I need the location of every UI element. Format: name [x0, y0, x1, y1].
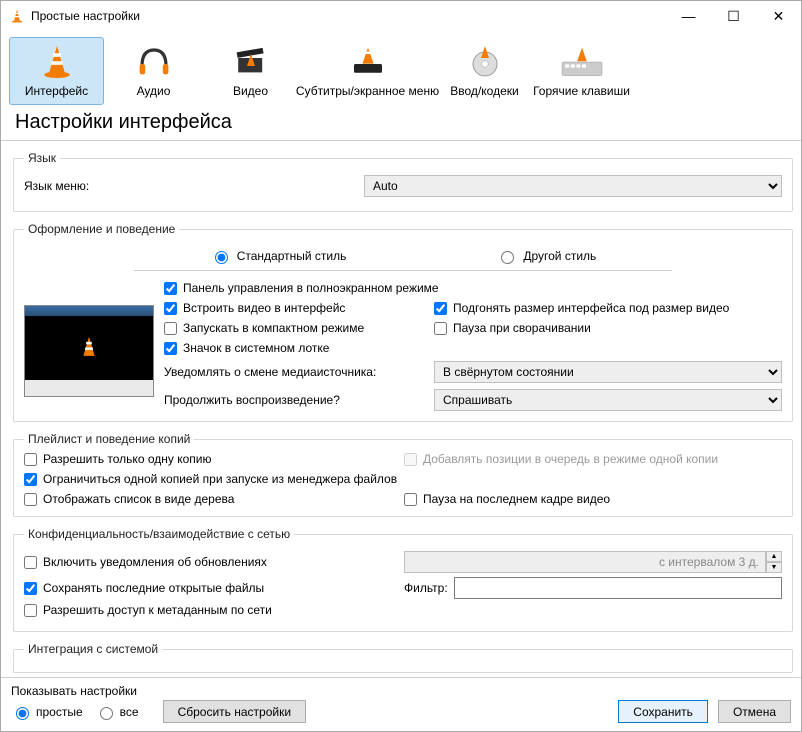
radio-all[interactable]: все: [95, 704, 139, 720]
radio-native-style[interactable]: Стандартный стиль: [210, 248, 347, 264]
category-tabs: Интерфейс Аудио Видео Субтитры/экранное …: [1, 31, 801, 105]
cone-icon: [33, 42, 81, 82]
tab-label: Видео: [233, 84, 268, 98]
group-language: Язык Язык меню: Auto: [13, 151, 793, 212]
label-continue: Продолжить воспроизведение?: [164, 393, 434, 407]
minimize-button[interactable]: —: [666, 1, 711, 31]
chk-updates[interactable]: Включить уведомления об обновлениях: [24, 555, 404, 569]
headphones-icon: [130, 42, 178, 82]
group-system: Интеграция с системой: [13, 642, 793, 673]
legend-system: Интеграция с системой: [24, 642, 162, 656]
chk-pause-last-frame[interactable]: Пауза на последнем кадре видео: [404, 492, 782, 506]
tab-label: Интерфейс: [25, 84, 88, 98]
chk-one-instance[interactable]: Разрешить только одну копию: [24, 452, 404, 466]
chk-enqueue: Добавлять позиции в очередь в режиме одн…: [404, 452, 782, 466]
tab-subtitles[interactable]: Субтитры/экранное меню: [300, 37, 435, 105]
tab-input[interactable]: Ввод/кодеки: [437, 37, 532, 105]
save-button[interactable]: Сохранить: [618, 700, 708, 723]
group-playlist: Плейлист и поведение копий Разрешить тол…: [13, 432, 793, 517]
spinner-value: с интервалом 3 д.: [404, 551, 766, 573]
cancel-button[interactable]: Отмена: [718, 700, 791, 723]
radio-other-style[interactable]: Другой стиль: [496, 248, 596, 264]
maximize-button[interactable]: ☐: [711, 1, 756, 31]
tab-label: Субтитры/экранное меню: [296, 84, 439, 98]
vlc-cone-icon: [9, 8, 25, 24]
footer: Показывать настройки простые все Сбросит…: [1, 677, 801, 731]
chk-one-from-fm[interactable]: Ограничиться одной копией при запуске из…: [24, 472, 782, 486]
tab-interface[interactable]: Интерфейс: [9, 37, 104, 105]
settings-scroll[interactable]: Язык Язык меню: Auto Оформление и поведе…: [1, 143, 801, 677]
tab-hotkeys[interactable]: Горячие клавиши: [534, 37, 629, 105]
chk-meta-network[interactable]: Разрешить доступ к метаданным по сети: [24, 603, 404, 617]
label-menu-language: Язык меню:: [24, 179, 364, 193]
tab-label: Горячие клавиши: [533, 84, 630, 98]
spinner-down: ▼: [766, 562, 782, 573]
legend-language: Язык: [24, 151, 60, 165]
chk-fs-controller[interactable]: Панель управления в полноэкранном режиме: [164, 281, 782, 295]
spinner-up: ▲: [766, 551, 782, 562]
window-title: Простые настройки: [31, 9, 666, 23]
titlebar: Простые настройки — ☐ ✕: [1, 1, 801, 31]
chk-pause-minimize[interactable]: Пауза при сворачивании: [434, 321, 782, 335]
tab-label: Ввод/кодеки: [450, 84, 518, 98]
reset-button[interactable]: Сбросить настройки: [163, 700, 306, 723]
label-show-settings: Показывать настройки: [11, 684, 608, 698]
legend-privacy: Конфиденциальность/взаимодействие с сеть…: [24, 527, 294, 541]
close-button[interactable]: ✕: [756, 1, 801, 31]
clapper-icon: [227, 42, 275, 82]
tab-audio[interactable]: Аудио: [106, 37, 201, 105]
tab-label: Аудио: [137, 84, 171, 98]
legend-playlist: Плейлист и поведение копий: [24, 432, 194, 446]
chk-tree-view[interactable]: Отображать список в виде дерева: [24, 492, 404, 506]
style-preview: [24, 305, 154, 397]
chk-resize-interface[interactable]: Подгонять размер интерфейса под размер в…: [434, 301, 782, 315]
tab-video[interactable]: Видео: [203, 37, 298, 105]
divider: [1, 140, 801, 141]
group-privacy: Конфиденциальность/взаимодействие с сеть…: [13, 527, 793, 632]
select-continue[interactable]: Спрашивать: [434, 389, 782, 411]
select-notify[interactable]: В свёрнутом состоянии: [434, 361, 782, 383]
radio-simple[interactable]: простые: [11, 704, 83, 720]
keyboard-icon: [558, 42, 606, 82]
select-menu-language[interactable]: Auto: [364, 175, 782, 197]
chk-embed-video[interactable]: Встроить видео в интерфейс: [164, 301, 434, 315]
group-lookfeel: Оформление и поведение Стандартный стиль…: [13, 222, 793, 422]
input-filter[interactable]: [454, 577, 782, 599]
label-filter: Фильтр:: [404, 581, 448, 595]
page-title: Настройки интерфейса: [1, 105, 801, 140]
chk-tray-icon[interactable]: Значок в системном лотке: [164, 341, 782, 355]
label-notify: Уведомлять о смене медиаисточника:: [164, 365, 434, 379]
chk-compact[interactable]: Запускать в компактном режиме: [164, 321, 434, 335]
spinner-update-interval: с интервалом 3 д. ▲▼: [404, 551, 782, 573]
disc-icon: [461, 42, 509, 82]
subtitle-icon: [344, 42, 392, 82]
legend-lookfeel: Оформление и поведение: [24, 222, 179, 236]
chk-save-recent[interactable]: Сохранять последние открытые файлы: [24, 581, 404, 595]
